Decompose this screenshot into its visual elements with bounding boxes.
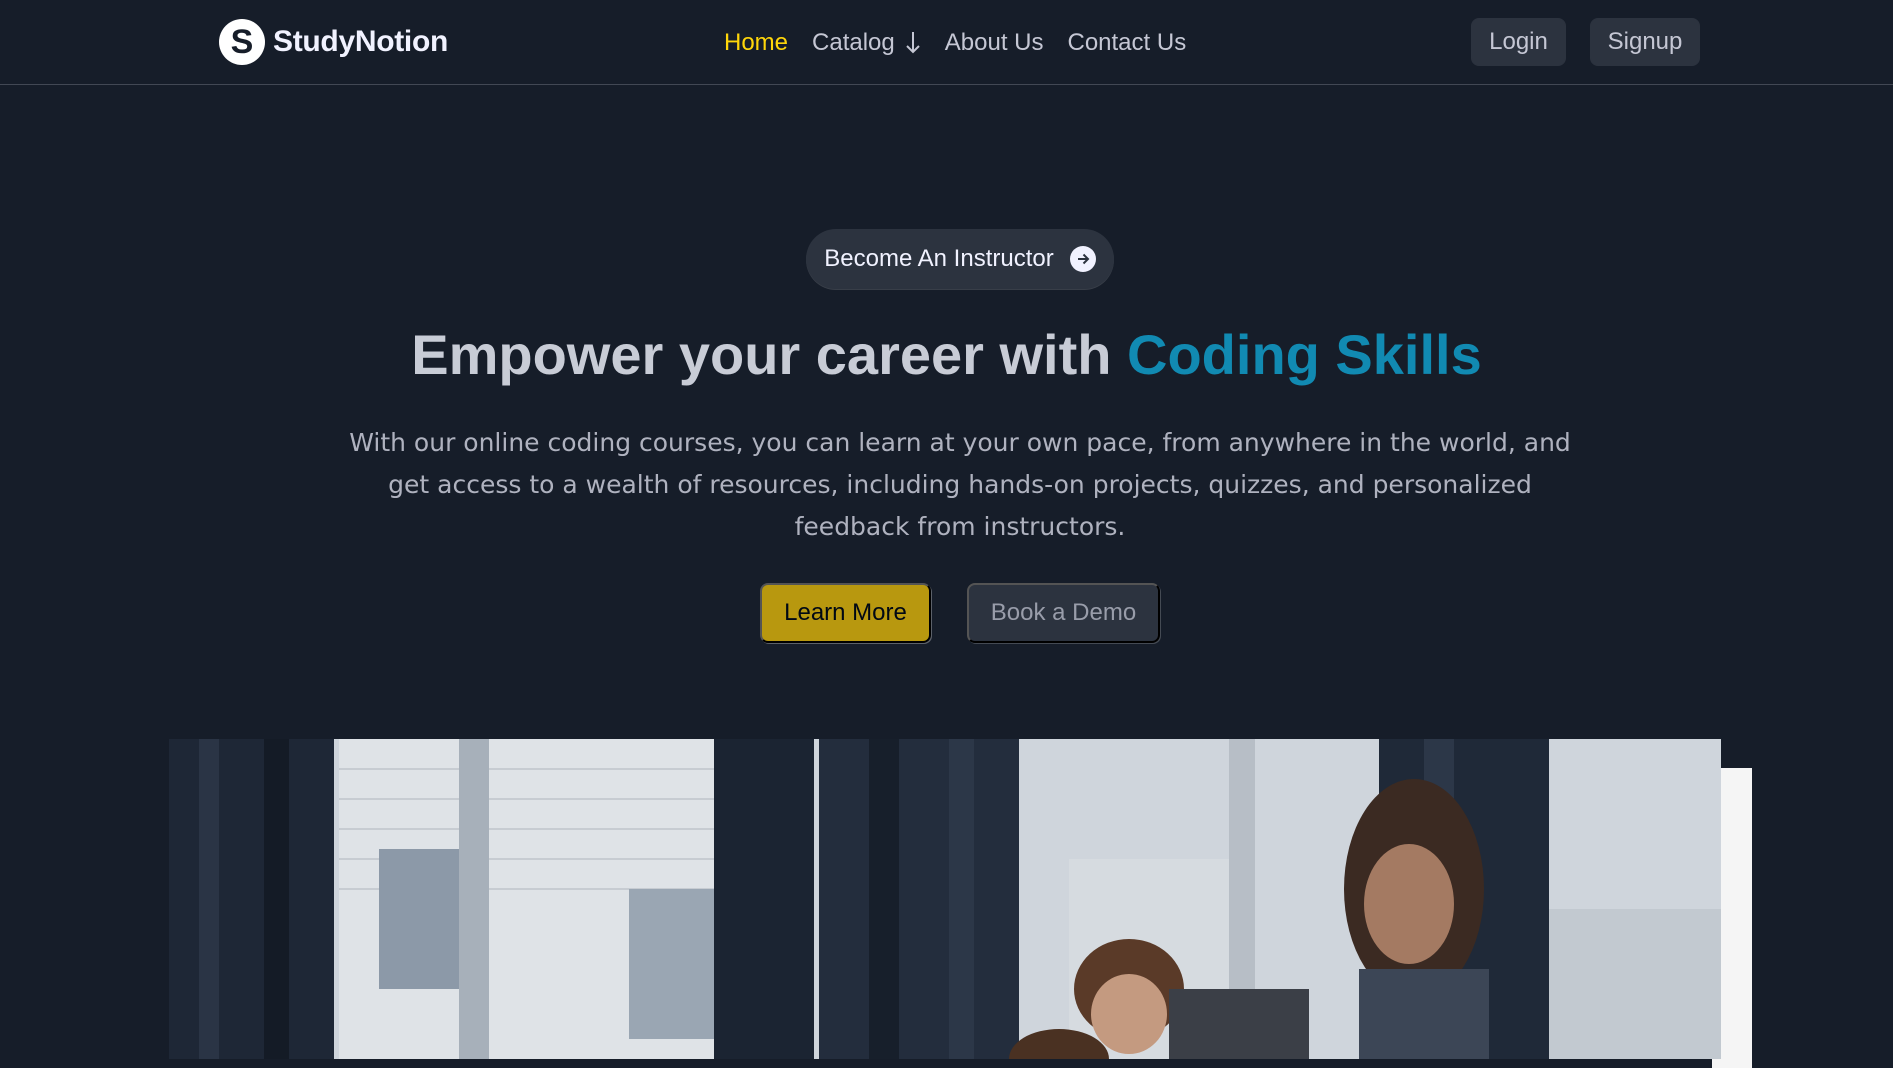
main-nav: Home Catalog About Us Contact Us [724,26,1186,60]
signup-button[interactable]: Signup [1590,18,1700,66]
hero-video[interactable] [169,739,1721,1059]
navbar: S StudyNotion Home Catalog About Us Cont… [0,0,1893,85]
arrow-down-icon [906,32,920,54]
become-instructor-label: Become An Instructor [824,245,1054,272]
brand-logo[interactable]: S StudyNotion [219,19,448,65]
logo-icon: S [219,19,265,65]
hero-description: With our online coding courses, you can … [349,428,1571,541]
book-demo-button[interactable]: Book a Demo [967,583,1160,643]
nav-link-contact[interactable]: Contact Us [1067,29,1186,57]
headline-highlight: Coding Skills [1127,323,1482,386]
brand-name: StudyNotion [273,25,449,58]
nav-link-home[interactable]: Home [724,29,788,57]
nav-link-about[interactable]: About Us [945,29,1044,57]
become-instructor-button[interactable]: Become An Instructor [806,229,1114,289]
hero-headline: Empower your career with Coding Skills [0,322,1893,387]
arrow-right-circle-icon [1069,246,1096,272]
nav-link-catalog[interactable]: Catalog [812,29,921,57]
headline-prefix: Empower your career with [411,323,1128,386]
nav-link-catalog-label: Catalog [812,29,895,56]
classroom-scene-image [169,739,1721,1059]
login-button[interactable]: Login [1471,18,1566,66]
learn-more-button[interactable]: Learn More [760,583,931,643]
